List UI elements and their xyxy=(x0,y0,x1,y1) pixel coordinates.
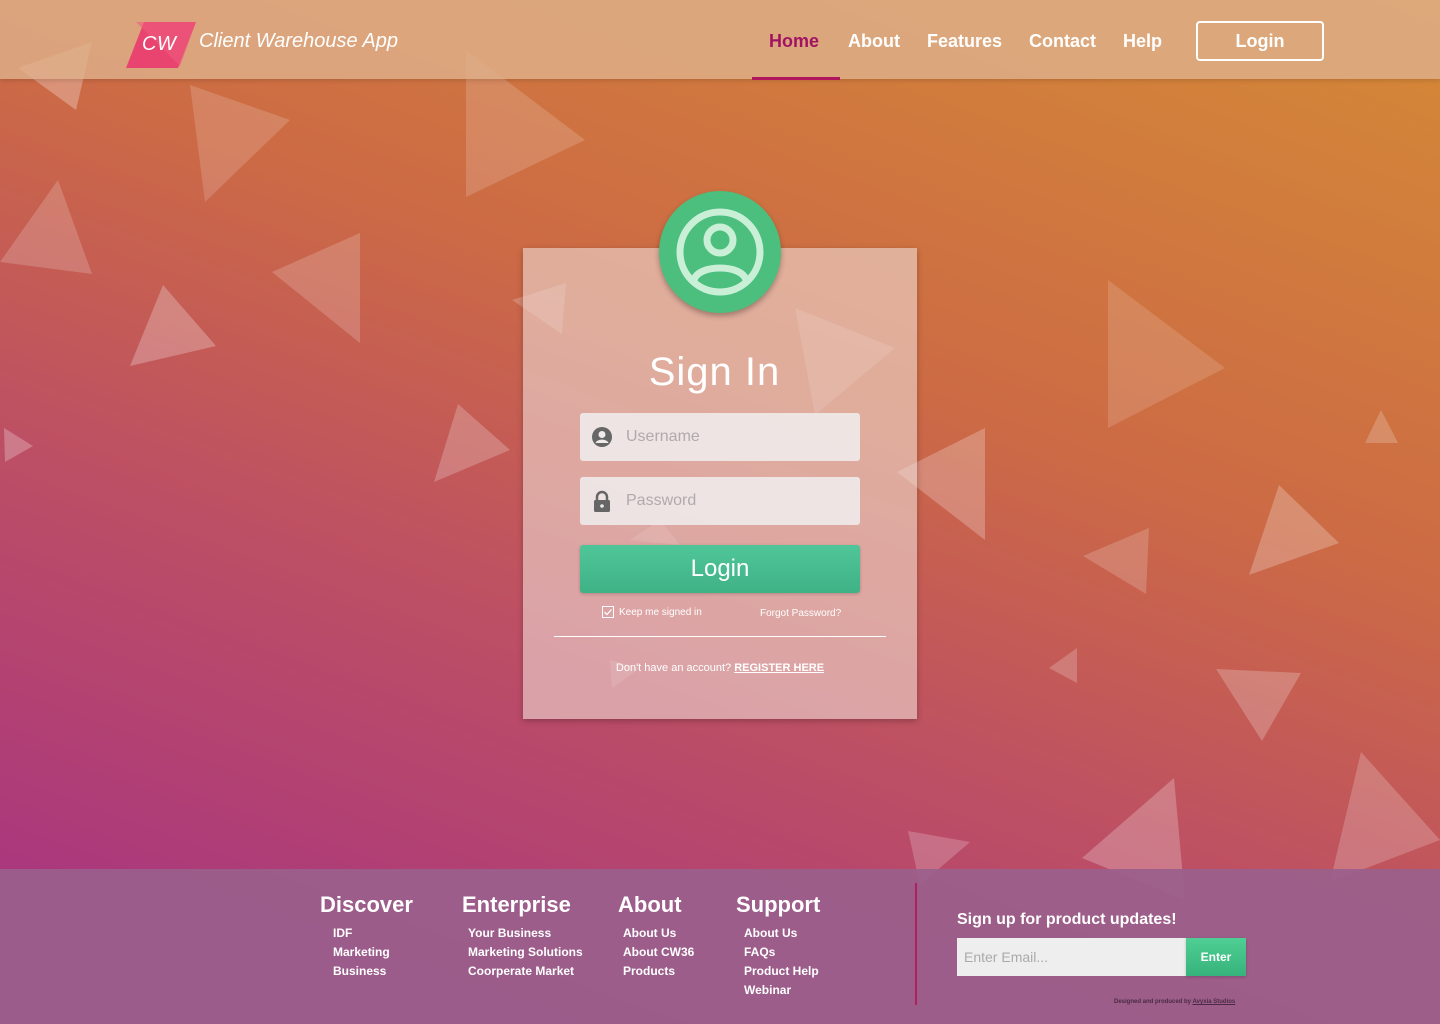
footer-link[interactable]: Webinar xyxy=(744,981,820,1000)
username-input[interactable] xyxy=(626,413,851,461)
nav-contact[interactable]: Contact xyxy=(1029,31,1096,52)
nav-active-indicator xyxy=(752,77,840,80)
footer-column-title: About xyxy=(618,892,682,917)
header-login-button[interactable]: Login xyxy=(1196,21,1324,61)
nav-help[interactable]: Help xyxy=(1123,31,1162,52)
footer-link[interactable]: Coorperate Market xyxy=(468,962,583,981)
credit-studio-link[interactable]: Avyxia Studios xyxy=(1192,999,1235,1005)
avatar xyxy=(659,191,781,313)
nav-features[interactable]: Features xyxy=(927,31,1002,52)
footer-divider xyxy=(915,883,917,1005)
forgot-password-link[interactable]: Forgot Password? xyxy=(760,608,841,619)
footer-column-enterprise: Enterprise Your Business Marketing Solut… xyxy=(462,892,583,981)
footer-link[interactable]: Marketing Solutions xyxy=(468,943,583,962)
signup-title: Sign up for product updates! xyxy=(957,911,1177,928)
keep-signed-in-checkbox[interactable] xyxy=(602,606,614,618)
password-input[interactable] xyxy=(626,477,851,525)
credit-text: Designed and produced by Avyxia Studios xyxy=(1114,999,1235,1005)
email-input[interactable] xyxy=(957,938,1186,976)
footer-link[interactable]: About CW36 xyxy=(623,943,694,962)
footer-link[interactable]: Products xyxy=(623,962,694,981)
footer-link[interactable]: Business xyxy=(333,962,413,981)
nav-about[interactable]: About xyxy=(848,31,900,52)
card-divider xyxy=(554,636,886,637)
footer-column-title: Discover xyxy=(320,892,413,917)
footer-column-title: Support xyxy=(736,892,821,917)
no-account-text: Don't have an account? xyxy=(615,662,732,674)
lock-icon xyxy=(594,490,610,512)
footer-column-about: About About Us About CW36 Products xyxy=(618,892,694,981)
username-field[interactable] xyxy=(580,413,860,461)
register-link[interactable]: REGISTER HERE xyxy=(734,662,824,674)
footer-link[interactable]: FAQs xyxy=(744,943,820,962)
footer-column-discover: Discover IDF Marketing Business xyxy=(320,892,413,981)
footer-link[interactable]: Marketing xyxy=(333,943,413,962)
footer-link[interactable]: About Us xyxy=(623,924,694,943)
keep-signed-in-label: Keep me signed in xyxy=(619,606,702,618)
footer-link[interactable]: IDF xyxy=(333,924,413,943)
footer-column-support: Support About Us FAQs Product Help Webin… xyxy=(736,892,820,1000)
check-icon xyxy=(604,609,612,616)
footer-link[interactable]: Your Business xyxy=(468,924,583,943)
app-title[interactable]: Client Warehouse App xyxy=(199,30,398,53)
footer-link[interactable]: About Us xyxy=(744,924,820,943)
register-row: Don't have an account? REGISTER HERE xyxy=(523,662,917,674)
user-circle-icon xyxy=(676,208,764,296)
keep-signed-in[interactable]: Keep me signed in xyxy=(602,606,702,618)
enter-button[interactable]: Enter xyxy=(1186,938,1246,976)
user-icon xyxy=(592,427,612,447)
footer-link[interactable]: Product Help xyxy=(744,962,820,981)
logo-text: CW xyxy=(142,33,177,55)
sign-in-title: Sign In xyxy=(648,350,781,394)
footer-column-title: Enterprise xyxy=(462,892,571,917)
password-field[interactable] xyxy=(580,477,860,525)
login-button[interactable]: Login xyxy=(580,545,860,593)
nav-home[interactable]: Home xyxy=(769,31,819,52)
credit-prefix: Designed and produced by xyxy=(1114,999,1192,1005)
